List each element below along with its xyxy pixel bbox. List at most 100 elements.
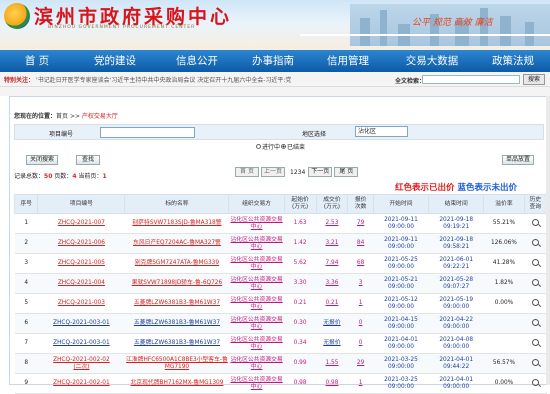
table-row[interactable]: 8 ZHCQ-2021-002-02 (二次) 江淮牌HFC6500A1C8BE3小… <box>14 353 547 374</box>
history-query-cell[interactable] <box>524 233 547 254</box>
bid-count[interactable]: 3 <box>347 273 374 294</box>
organizer-text[interactable]: 沾化区公共资源交易中心 <box>228 273 285 294</box>
item-name-link[interactable]: 别萨特SVW7183SJD-鲁MA318警 <box>124 213 229 234</box>
radio-ended[interactable] <box>281 144 287 149</box>
organizer-text[interactable]: 沾化区公共资源交易中心 <box>228 313 285 334</box>
table-row[interactable]: 7 ZHCQ-2021-003-01 五菱牌LZW6381B3-鲁M61W37 沾化区… <box>14 333 547 354</box>
project-code-link[interactable]: ZHCQ-2021-002-01 <box>37 373 125 394</box>
magnifier-icon[interactable] <box>531 298 539 306</box>
bid-count[interactable]: 1 <box>347 293 374 314</box>
history-query-cell[interactable] <box>524 373 547 394</box>
item-name-link[interactable]: 五菱牌LZW6381B3-鲁M61W37 <box>124 313 229 334</box>
deal-price[interactable]: 无报价 <box>316 313 348 334</box>
deal-price[interactable]: 0.21 <box>316 293 348 314</box>
single-item-button[interactable]: 单品放置 <box>502 155 534 165</box>
magnifier-icon[interactable] <box>531 318 539 326</box>
magnifier-icon[interactable] <box>531 218 539 226</box>
organizer-text[interactable]: 沾化区公共资源交易中心 <box>228 213 285 234</box>
record-total: 50 <box>44 173 53 180</box>
item-name-link[interactable]: 东风日产EQ7204AC-鲁MA327警 <box>124 233 229 254</box>
organizer-text[interactable]: 沾化区公共资源交易中心 <box>228 333 285 354</box>
item-name-link[interactable]: 别克牌SGM7247ATA-鲁MG339 <box>124 253 229 274</box>
nav-policy[interactable]: 政策法规 <box>476 50 550 72</box>
table-row[interactable]: 1 ZHCQ-2021-007 别萨特SVW7183SJD-鲁MA318警 沾化区公共… <box>14 213 547 234</box>
item-name-link[interactable]: 北京现代牌BH7162MX-鲁MG1309 <box>124 373 229 394</box>
close-search-button[interactable]: 关闭搜索 <box>26 155 58 165</box>
project-code-link[interactable]: ZHCQ-2021-006 <box>37 233 125 254</box>
search-input[interactable] <box>422 75 520 84</box>
project-code-link[interactable]: ZHCQ-2021-003-01 <box>37 313 125 334</box>
project-code-link[interactable]: ZHCQ-2021-003 <box>37 293 125 314</box>
organizer-text[interactable]: 沾化区公共资源交易中心 <box>228 353 285 374</box>
nav-party-building[interactable]: 党的建设 <box>74 50 156 72</box>
history-query-cell[interactable] <box>524 333 547 354</box>
prev-page-button[interactable]: 上一页 <box>261 167 285 177</box>
history-query-cell[interactable] <box>524 313 547 334</box>
deal-price[interactable]: 2.53 <box>316 213 348 234</box>
organizer-text[interactable]: 沾化区公共资源交易中心 <box>228 253 285 274</box>
bid-count[interactable]: 1 <box>347 373 374 394</box>
deal-price[interactable]: 7.94 <box>316 253 348 274</box>
history-query-cell[interactable] <box>524 353 547 374</box>
organizer-text[interactable]: 沾化区公共资源交易中心 <box>228 233 285 254</box>
bid-count[interactable]: 68 <box>347 253 374 274</box>
project-code-link[interactable]: ZHCQ-2021-002-02 (二次) <box>37 353 125 374</box>
nav-home[interactable]: 首 页 <box>0 50 74 72</box>
first-page-button[interactable]: 首 页 <box>235 167 259 177</box>
project-code-link[interactable]: ZHCQ-2021-003-01 <box>37 333 125 354</box>
legend-red: 红色表示已出价 <box>395 183 455 193</box>
bid-count[interactable]: 84 <box>347 233 374 254</box>
column-header: 报价 次数 <box>347 194 374 214</box>
magnifier-icon[interactable] <box>531 338 539 346</box>
deal-price[interactable]: 3.21 <box>316 233 348 254</box>
magnifier-icon[interactable] <box>531 238 539 246</box>
magnifier-icon[interactable] <box>531 258 539 266</box>
table-row[interactable]: 6 ZHCQ-2021-003-01 五菱牌LZW6381B3-鲁M61W37 沾化区… <box>14 313 547 334</box>
bid-count[interactable]: 29 <box>347 353 374 374</box>
nav-trade-data[interactable]: 交易大数据 <box>388 50 476 72</box>
find-button[interactable]: 查找 <box>76 155 100 165</box>
item-name-link[interactable]: 五菱牌LZW6381B3-鲁M61W37 <box>124 293 229 314</box>
organizer-text[interactable]: 沾化区公共资源交易中心 <box>228 373 285 394</box>
history-query-cell[interactable] <box>524 293 547 314</box>
page-numbers[interactable]: 1234 <box>290 169 305 176</box>
radio-running[interactable] <box>256 144 261 149</box>
magnifier-icon[interactable] <box>531 278 539 286</box>
last-page-button[interactable]: 尾 页 <box>334 167 359 177</box>
project-code-link[interactable]: ZHCQ-2021-004 <box>37 273 125 294</box>
region-select[interactable]: 沾化区 <box>355 126 408 137</box>
nav-service-guide[interactable]: 办事指南 <box>238 50 308 72</box>
magnifier-icon[interactable] <box>531 358 539 366</box>
page-scrollbar[interactable] <box>546 96 550 385</box>
table-row[interactable]: 3 ZHCQ-2021-005 别克牌SGM7247ATA-鲁MG339 沾化区公共资… <box>14 253 547 274</box>
project-number-input[interactable] <box>100 127 195 138</box>
nav-credit[interactable]: 信用管理 <box>308 50 388 72</box>
item-name-link[interactable]: 五菱牌LZW6381B3-鲁M61W37 <box>124 333 229 354</box>
table-row[interactable]: 9 ZHCQ-2021-002-01 北京现代牌BH7162MX-鲁MG1309 沾化… <box>14 373 547 394</box>
history-query-cell[interactable] <box>524 253 547 274</box>
current-page: 1 <box>102 173 107 180</box>
bid-count[interactable]: 79 <box>347 213 374 234</box>
notice-marquee[interactable]: '书记赴日开医学专家座谈会'习近平主持中共中央政治局会议 决定召开十九届六中全会… <box>36 75 291 84</box>
table-row[interactable]: 4 ZHCQ-2021-004 果就SVW71898JD轿车-鲁-6Q726 沾化区公… <box>14 273 547 294</box>
history-query-cell[interactable] <box>524 213 547 234</box>
project-code-link[interactable]: ZHCQ-2021-007 <box>37 213 125 234</box>
item-name-link[interactable]: 果就SVW71898JD轿车-鲁-6Q726 <box>124 273 229 294</box>
bid-count[interactable]: 0 <box>347 333 374 354</box>
organizer-text[interactable]: 沾化区公共资源交易中心 <box>228 293 285 314</box>
deal-price[interactable]: 无报价 <box>316 333 348 354</box>
breadcrumb-home[interactable]: 首页 <box>56 113 68 120</box>
table-row[interactable]: 2 ZHCQ-2021-006 东风日产EQ7204AC-鲁MA327警 沾化区公共资… <box>14 233 547 254</box>
history-query-cell[interactable] <box>524 273 547 294</box>
deal-price[interactable]: 1.55 <box>316 353 348 374</box>
search-button[interactable]: 搜索 <box>523 74 545 85</box>
next-page-button[interactable]: 下一页 <box>308 167 333 177</box>
bid-count[interactable]: 0 <box>347 313 374 334</box>
project-code-link[interactable]: ZHCQ-2021-005 <box>37 253 125 274</box>
item-name-link[interactable]: 江淮牌HFC6500A1C8BE3小型客车-鲁MG7190 <box>124 353 229 374</box>
magnifier-icon[interactable] <box>531 378 539 386</box>
nav-info-disclosure[interactable]: 信息公开 <box>156 50 238 72</box>
deal-price[interactable]: 3.36 <box>316 273 348 294</box>
table-row[interactable]: 5 ZHCQ-2021-003 五菱牌LZW6381B3-鲁M61W37 沾化区公共资… <box>14 293 547 314</box>
deal-price[interactable]: 0.98 <box>316 373 348 394</box>
